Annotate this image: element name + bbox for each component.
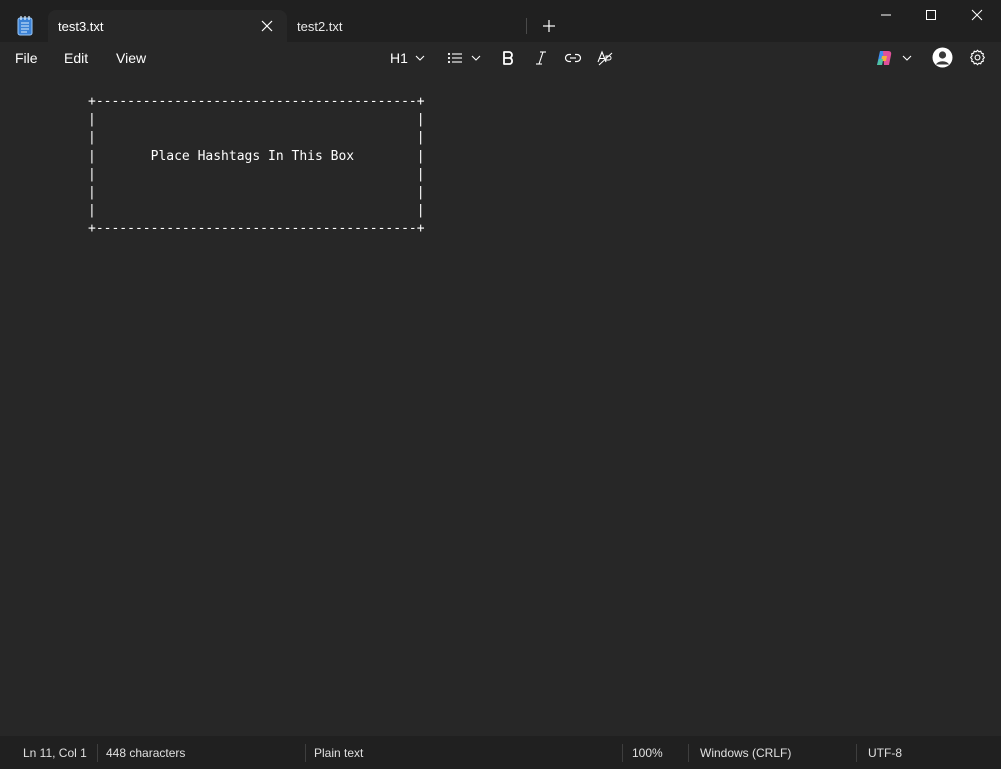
minimize-button[interactable]: [863, 0, 909, 32]
account-button[interactable]: [932, 42, 954, 74]
menu-bar: File Edit View H1: [0, 42, 1001, 74]
menu-edit[interactable]: Edit: [64, 50, 88, 67]
zoom-level[interactable]: 100%: [632, 746, 663, 760]
character-count: 448 characters: [106, 746, 186, 760]
tab-label: test3.txt: [58, 19, 104, 34]
notepad-app-icon: [15, 15, 35, 37]
chevron-down-icon: [471, 55, 481, 61]
close-icon: [971, 9, 983, 21]
chevron-down-icon: [902, 55, 912, 61]
avatar-icon: [932, 47, 953, 68]
link-button[interactable]: [563, 42, 583, 74]
status-bar: Ln 11, Col 1 448 characters Plain text 1…: [0, 736, 1001, 769]
cursor-position: Ln 11, Col 1: [23, 746, 87, 760]
heading-dropdown[interactable]: H1: [390, 42, 430, 74]
italic-icon: [536, 51, 546, 65]
tab-label: test2.txt: [297, 19, 343, 34]
bold-icon: [503, 51, 513, 65]
settings-button[interactable]: [967, 42, 989, 74]
tab-divider: [526, 18, 527, 34]
status-divider: [856, 744, 857, 762]
gear-icon: [970, 49, 985, 66]
bulleted-list-icon: [447, 52, 462, 64]
clear-formatting-icon: [597, 50, 613, 66]
status-divider: [305, 744, 306, 762]
close-window-button[interactable]: [954, 0, 1000, 32]
list-dropdown[interactable]: [446, 42, 484, 74]
menu-view[interactable]: View: [116, 50, 146, 67]
link-icon: [564, 53, 582, 63]
status-divider: [688, 744, 689, 762]
text-editor[interactable]: +---------------------------------------…: [0, 74, 1001, 736]
document-text[interactable]: +---------------------------------------…: [88, 93, 425, 239]
clear-formatting-button[interactable]: [595, 42, 615, 74]
encoding[interactable]: UTF-8: [868, 746, 902, 760]
line-ending[interactable]: Windows (CRLF): [700, 746, 791, 760]
copilot-icon: [877, 51, 892, 65]
status-divider: [97, 744, 98, 762]
heading-level: H1: [390, 50, 408, 66]
bold-button[interactable]: [499, 42, 519, 74]
tab-test3[interactable]: test3.txt: [48, 10, 287, 42]
copilot-dropdown[interactable]: [875, 42, 915, 74]
maximize-button[interactable]: [908, 0, 954, 32]
status-divider: [622, 744, 623, 762]
notepad-window: test3.txt test2.txt File Edit View H1 +-…: [0, 0, 1001, 769]
tab-test2[interactable]: test2.txt: [289, 10, 527, 42]
close-tab-icon[interactable]: [260, 19, 274, 33]
maximize-icon: [926, 10, 936, 20]
menu-file[interactable]: File: [15, 50, 38, 67]
document-format[interactable]: Plain text: [314, 746, 363, 760]
italic-button[interactable]: [532, 42, 552, 74]
chevron-down-icon: [415, 55, 425, 61]
title-bar: test3.txt test2.txt: [0, 0, 1001, 42]
minimize-icon: [881, 14, 891, 16]
new-tab-plus-icon[interactable]: [540, 17, 558, 35]
